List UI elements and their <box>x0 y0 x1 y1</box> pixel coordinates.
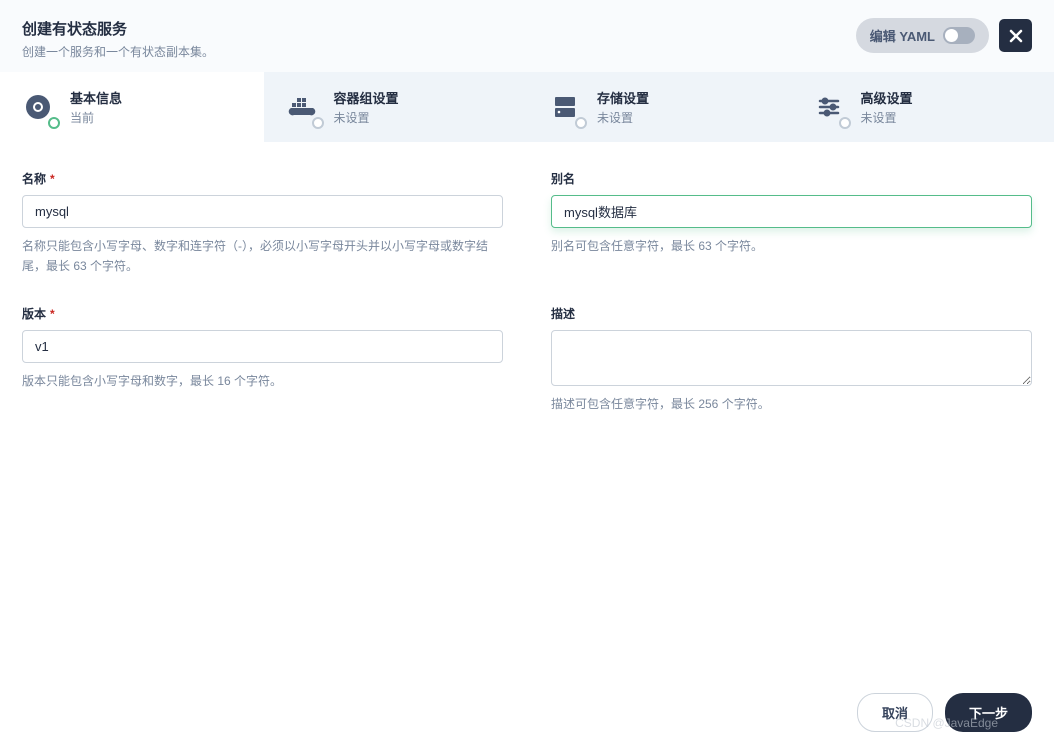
dialog-footer: 取消 下一步 <box>0 679 1054 746</box>
basic-info-icon <box>20 89 56 125</box>
step-status-badge <box>48 117 60 129</box>
field-alias: 别名 别名可包含任意字符，最长 63 个字符。 <box>551 170 1032 277</box>
step-title: 容器组设置 <box>334 88 399 107</box>
name-hint: 名称只能包含小写字母、数字和连字符（-），必须以小写字母开头并以小写字母或数字结… <box>22 236 503 277</box>
step-status-badge <box>575 117 587 129</box>
step-status-badge <box>312 117 324 129</box>
storage-icon <box>547 89 583 125</box>
name-label: 名称* <box>22 170 503 187</box>
alias-label: 别名 <box>551 170 1032 187</box>
name-input[interactable] <box>22 195 503 228</box>
step-advanced-settings[interactable]: 高级设置 未设置 <box>791 72 1054 142</box>
step-title: 高级设置 <box>861 88 913 107</box>
step-title: 存储设置 <box>597 88 649 107</box>
step-status: 当前 <box>70 109 122 126</box>
field-description: 描述 描述可包含任意字符，最长 256 个字符。 <box>551 305 1032 414</box>
page-title: 创建有状态服务 <box>22 18 214 39</box>
step-basic-info[interactable]: 基本信息 当前 <box>0 72 264 142</box>
step-status-badge <box>839 117 851 129</box>
step-container-settings[interactable]: 容器组设置 未设置 <box>264 72 528 142</box>
alias-hint: 别名可包含任意字符，最长 63 个字符。 <box>551 236 1032 256</box>
close-icon <box>1008 28 1024 44</box>
cancel-button[interactable]: 取消 <box>857 693 933 732</box>
step-title: 基本信息 <box>70 88 122 107</box>
field-name: 名称* 名称只能包含小写字母、数字和连字符（-），必须以小写字母开头并以小写字母… <box>22 170 503 277</box>
edit-yaml-toggle[interactable]: 编辑 YAML <box>856 18 989 53</box>
close-button[interactable] <box>999 19 1032 52</box>
container-icon <box>284 89 320 125</box>
step-status: 未设置 <box>597 109 649 126</box>
dialog-header: 创建有状态服务 创建一个服务和一个有状态副本集。 编辑 YAML <box>0 0 1054 72</box>
field-version: 版本* 版本只能包含小写字母和数字，最长 16 个字符。 <box>22 305 503 414</box>
next-button[interactable]: 下一步 <box>945 693 1032 732</box>
advanced-icon <box>811 89 847 125</box>
header-title-block: 创建有状态服务 创建一个服务和一个有状态副本集。 <box>22 18 214 60</box>
version-label: 版本* <box>22 305 503 322</box>
step-status: 未设置 <box>334 109 399 126</box>
version-input[interactable] <box>22 330 503 363</box>
version-hint: 版本只能包含小写字母和数字，最长 16 个字符。 <box>22 371 503 391</box>
step-storage-settings[interactable]: 存储设置 未设置 <box>527 72 791 142</box>
header-actions: 编辑 YAML <box>856 18 1032 53</box>
toggle-switch <box>943 27 975 44</box>
description-hint: 描述可包含任意字符，最长 256 个字符。 <box>551 394 1032 414</box>
page-subtitle: 创建一个服务和一个有状态副本集。 <box>22 43 214 60</box>
description-textarea[interactable] <box>551 330 1032 386</box>
form-area: 名称* 名称只能包含小写字母、数字和连字符（-），必须以小写字母开头并以小写字母… <box>0 142 1054 442</box>
alias-input[interactable] <box>551 195 1032 228</box>
edit-yaml-label: 编辑 YAML <box>870 26 935 45</box>
description-label: 描述 <box>551 305 1032 322</box>
wizard-steps: 基本信息 当前 容器组设置 未设置 存储设置 未设置 高级设置 未设置 <box>0 72 1054 142</box>
step-status: 未设置 <box>861 109 913 126</box>
